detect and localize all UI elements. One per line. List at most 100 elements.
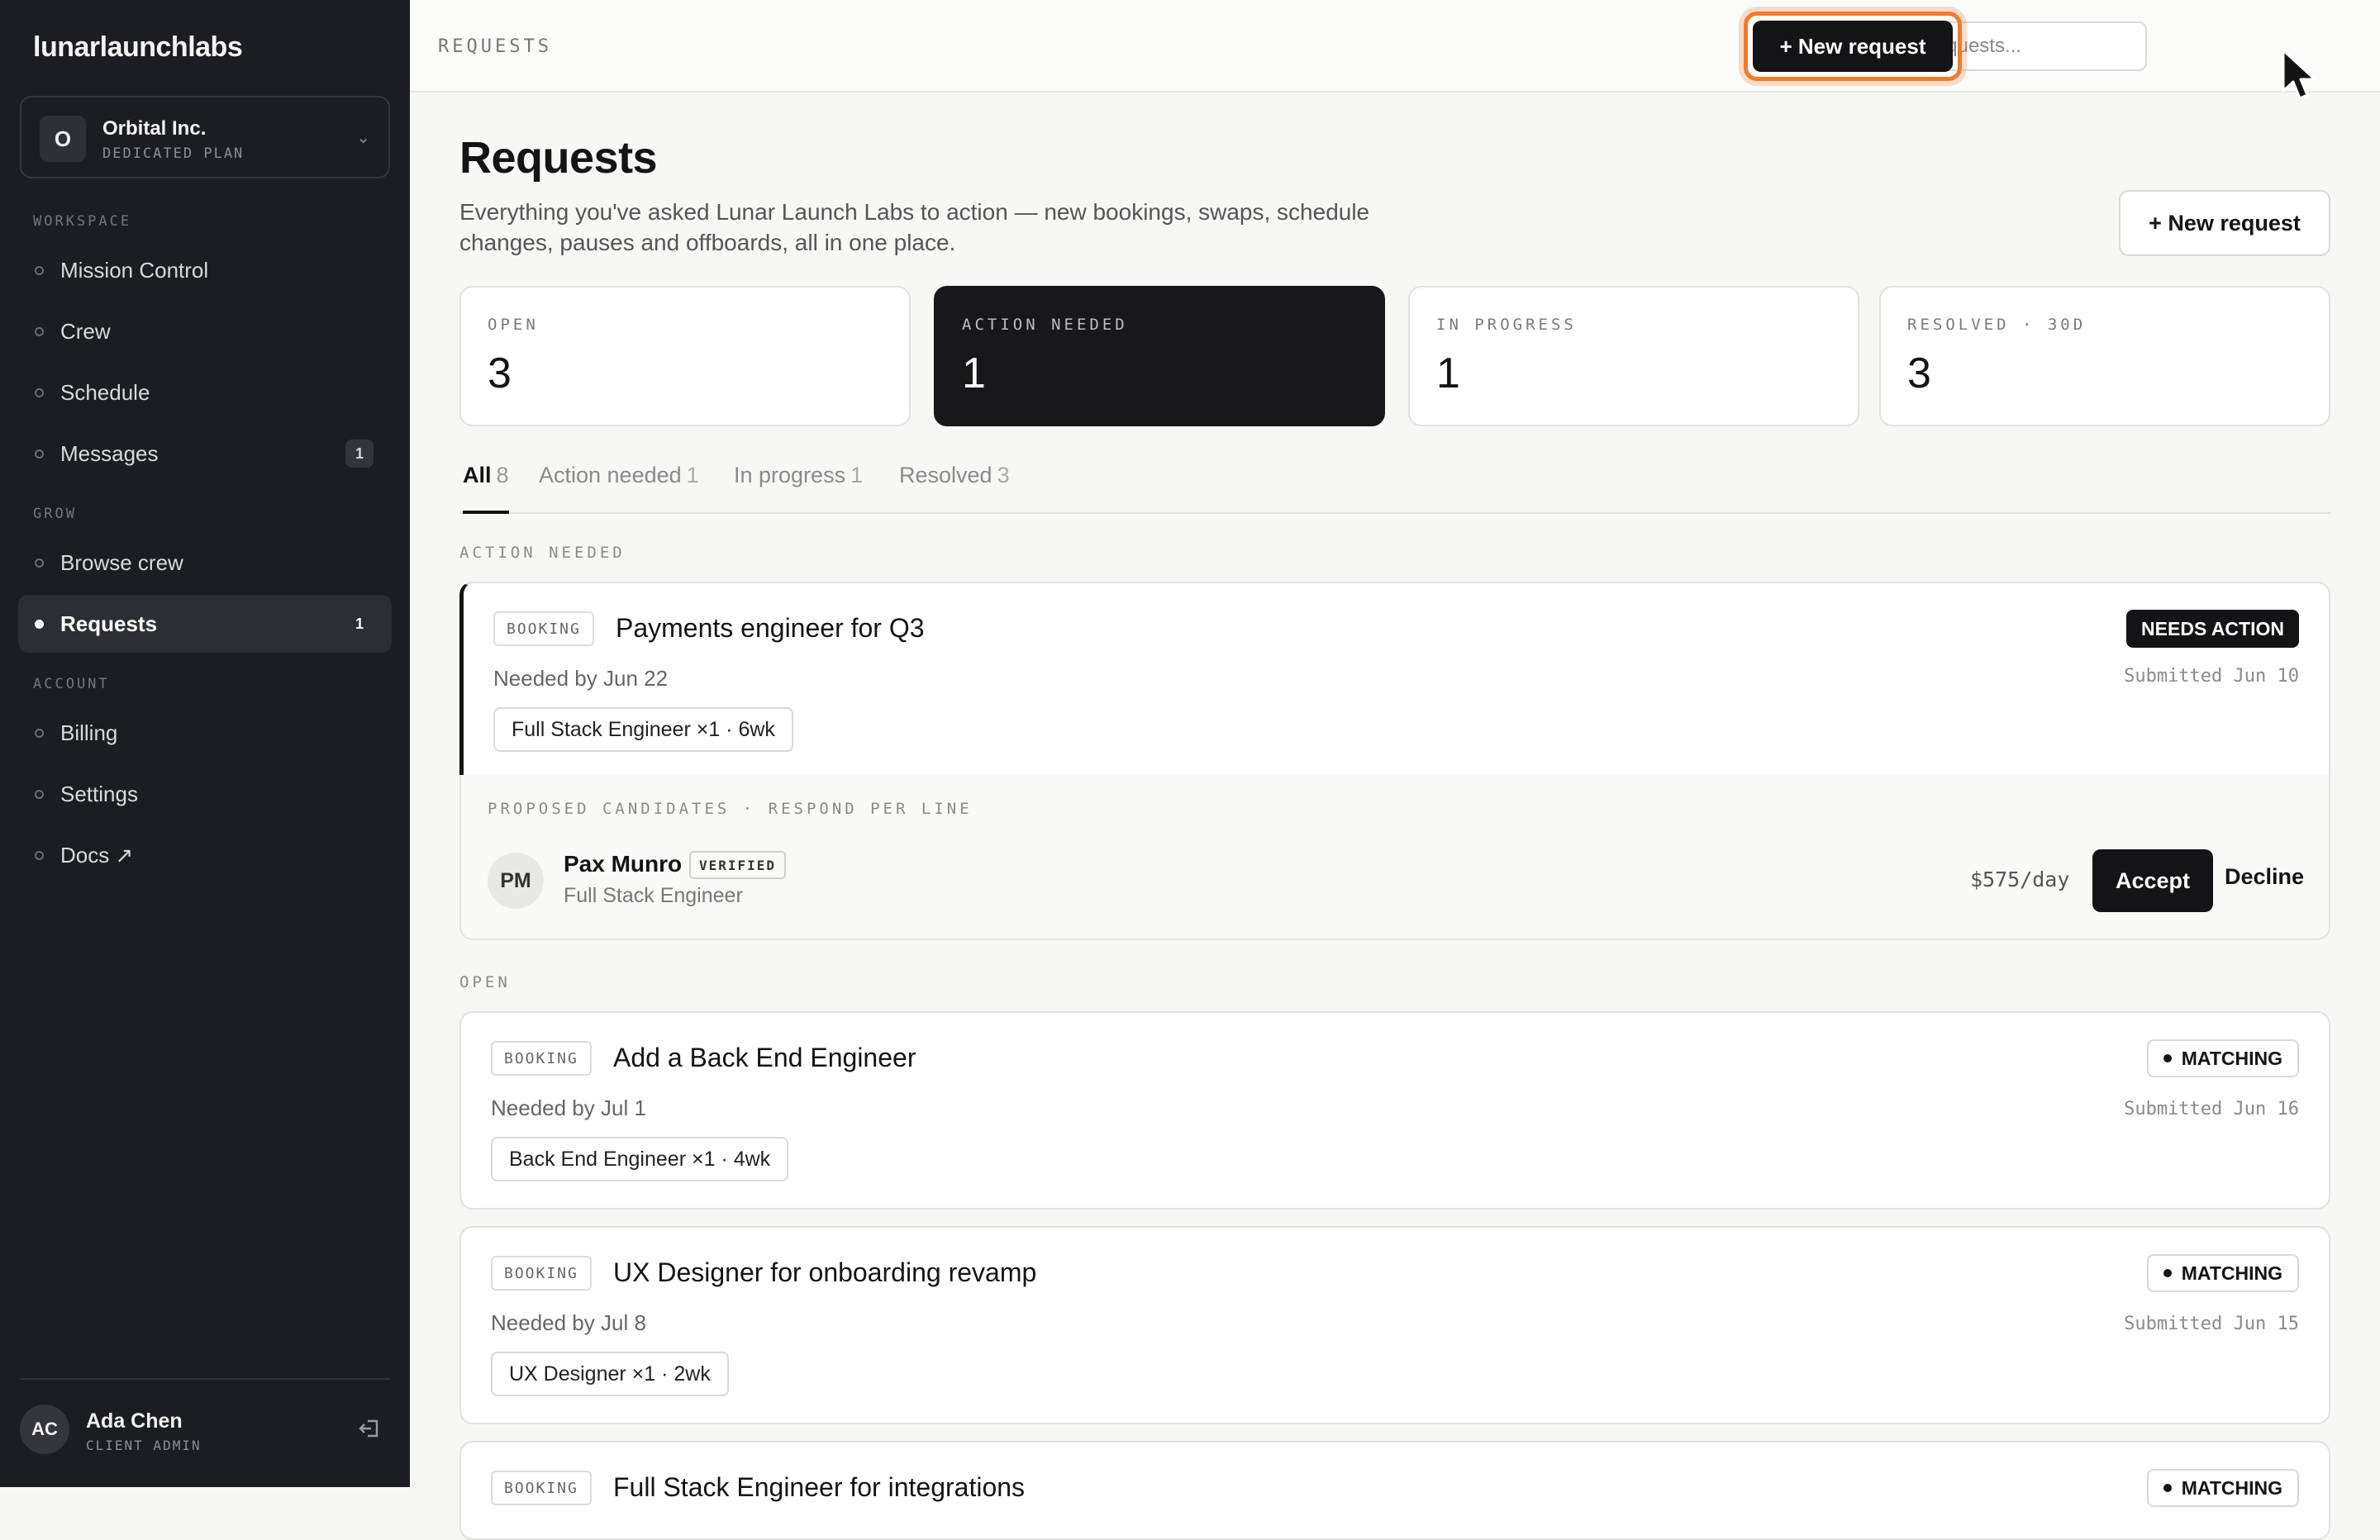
nav-dot-icon	[35, 728, 44, 738]
sidebar-item-label: Crew	[60, 318, 111, 344]
user-profile: AC Ada Chen CLIENT ADMIN	[20, 1378, 390, 1477]
nav-dot-icon	[35, 326, 44, 336]
status-badge: NEEDS ACTION	[2126, 610, 2299, 648]
sidebar-item-label: Browse crew	[60, 549, 183, 575]
status-badge: MATCHING	[2146, 1039, 2299, 1077]
submitted-date: Submitted Jun 15	[2124, 1314, 2299, 1334]
stat-card-resolved[interactable]: RESOLVED · 30D 3	[1879, 286, 2330, 426]
tab-count: 8	[496, 463, 509, 487]
stat-value: 1	[1436, 349, 1460, 397]
request-title: Full Stack Engineer for integrations	[613, 1472, 1026, 1502]
sidebar-item-label: Settings	[60, 781, 138, 806]
tab-label: In progress	[734, 463, 846, 487]
brand-logo[interactable]: lunarlaunchlabs	[33, 31, 243, 64]
user-name: Ada Chen	[86, 1409, 183, 1433]
sidebar-item-docs[interactable]: Docs ↗	[18, 826, 392, 884]
org-avatar: O	[40, 116, 86, 162]
candidate-role: Full Stack Engineer	[564, 884, 743, 907]
request-title: UX Designer for onboarding revamp	[613, 1257, 1037, 1287]
avatar: PM	[488, 853, 544, 909]
proposed-candidates: PROPOSED CANDIDATES · RESPOND PER LINE P…	[459, 775, 2330, 940]
candidate-rate: $575/day	[1970, 867, 2070, 891]
user-role: CLIENT ADMIN	[86, 1438, 202, 1453]
stat-value: 1	[962, 349, 986, 397]
submitted-date: Submitted Jun 10	[2124, 666, 2299, 687]
sidebar-item-label: Docs ↗	[60, 842, 134, 867]
new-request-highlight: + New request	[1744, 12, 1962, 81]
sidebar-item-schedule[interactable]: Schedule	[18, 364, 392, 421]
request-card[interactable]: BOOKING Add a Back End Engineer Needed b…	[459, 1011, 2330, 1210]
nav-section-workspace: WORKSPACE	[33, 213, 132, 230]
nav-dot-icon	[35, 789, 44, 799]
candidates-label: PROPOSED CANDIDATES · RESPOND PER LINE	[488, 800, 973, 818]
accept-button[interactable]: Accept	[2092, 849, 2213, 912]
submitted-date: Submitted Jun 16	[2124, 1099, 2299, 1119]
status-dot-icon	[2163, 1269, 2172, 1277]
sidebar-item-label: Messages	[60, 440, 159, 466]
sidebar-item-label: Schedule	[60, 379, 150, 405]
sidebar-item-label: Requests	[60, 611, 158, 636]
nav-dot-icon	[35, 265, 44, 275]
stat-label: RESOLVED · 30D	[1907, 316, 2087, 334]
stat-card-open[interactable]: OPEN 3	[459, 286, 911, 426]
org-switcher[interactable]: O Orbital Inc. DEDICATED PLAN ⌄	[20, 96, 390, 178]
avatar: AC	[20, 1405, 69, 1454]
status-dot-icon	[2163, 1484, 2172, 1492]
stat-card-in-progress[interactable]: IN PROGRESS 1	[1408, 286, 1859, 426]
request-title: Payments engineer for Q3	[616, 613, 925, 643]
role-chip: Full Stack Engineer ×1 · 6wk	[493, 707, 793, 752]
tab-in-progress[interactable]: In progress 1	[734, 463, 863, 514]
tab-label: All	[463, 463, 492, 487]
page-description: Everything you've asked Lunar Launch Lab…	[459, 199, 1370, 255]
nav-section-account: ACCOUNT	[33, 676, 110, 692]
sidebar-item-crew[interactable]: Crew	[18, 302, 392, 360]
sidebar-item-messages[interactable]: Messages 1	[18, 425, 392, 482]
stat-label: IN PROGRESS	[1436, 316, 1577, 334]
nav-dot-icon	[35, 449, 44, 459]
tab-count: 1	[686, 463, 699, 487]
nav-section-grow: GROW	[33, 506, 77, 522]
role-chip: Back End Engineer ×1 · 4wk	[491, 1137, 789, 1181]
sidebar-item-mission-control[interactable]: Mission Control	[18, 241, 392, 299]
count-badge: 1	[355, 615, 364, 632]
sidebar-item-label: Billing	[60, 720, 118, 745]
request-card[interactable]: BOOKING Payments engineer for Q3 Needed …	[459, 582, 2330, 777]
sidebar-item-label: Mission Control	[60, 257, 209, 283]
stat-value: 3	[488, 349, 512, 397]
request-type-tag: BOOKING	[493, 611, 594, 646]
request-card[interactable]: BOOKING Full Stack Engineer for integrat…	[459, 1441, 2330, 1540]
status-badge: MATCHING	[2146, 1254, 2299, 1292]
top-bar: REQUESTS ⌕ Search requests...	[410, 0, 2380, 93]
sidebar-item-billing[interactable]: Billing	[18, 704, 392, 762]
candidate-name[interactable]: Pax Munro	[564, 851, 682, 877]
request-card[interactable]: BOOKING UX Designer for onboarding revam…	[459, 1226, 2330, 1424]
tab-all[interactable]: All 8	[463, 463, 509, 514]
nav-dot-icon	[35, 558, 44, 568]
sidebar-item-requests[interactable]: Requests 1	[18, 595, 392, 653]
stat-value: 3	[1907, 349, 1931, 397]
status-dot-icon	[2163, 1054, 2172, 1062]
tab-action-needed[interactable]: Action needed 1	[539, 463, 699, 514]
sidebar-item-settings[interactable]: Settings	[18, 765, 392, 823]
stat-label: OPEN	[488, 316, 539, 334]
tab-label: Resolved	[899, 463, 992, 487]
org-name: Orbital Inc.	[102, 117, 207, 140]
group-label-action-needed: ACTION NEEDED	[459, 544, 626, 562]
role-chip: UX Designer ×1 · 2wk	[491, 1352, 729, 1396]
request-title: Add a Back End Engineer	[613, 1043, 916, 1072]
new-request-top-button[interactable]: + New request	[1753, 21, 1953, 72]
stat-card-action-needed[interactable]: ACTION NEEDED 1	[934, 286, 1385, 426]
sidebar-item-browse-crew[interactable]: Browse crew	[18, 534, 392, 592]
tab-count: 1	[850, 463, 864, 487]
decline-button[interactable]: Decline	[2225, 864, 2304, 890]
new-request-button[interactable]: + New request	[2119, 190, 2330, 256]
status-label: MATCHING	[2181, 1476, 2282, 1499]
nav-dot-icon	[35, 387, 44, 397]
chevron-down-icon: ⌄	[356, 129, 370, 147]
logout-icon[interactable]	[357, 1416, 382, 1441]
filter-tabs: All 8 Action needed 1 In progress 1 Resolve…	[459, 446, 2330, 514]
request-type-tag: BOOKING	[491, 1471, 592, 1505]
nav-dot-icon	[35, 850, 44, 860]
tab-resolved[interactable]: Resolved 3	[899, 463, 1010, 514]
status-badge: MATCHING	[2146, 1469, 2299, 1507]
